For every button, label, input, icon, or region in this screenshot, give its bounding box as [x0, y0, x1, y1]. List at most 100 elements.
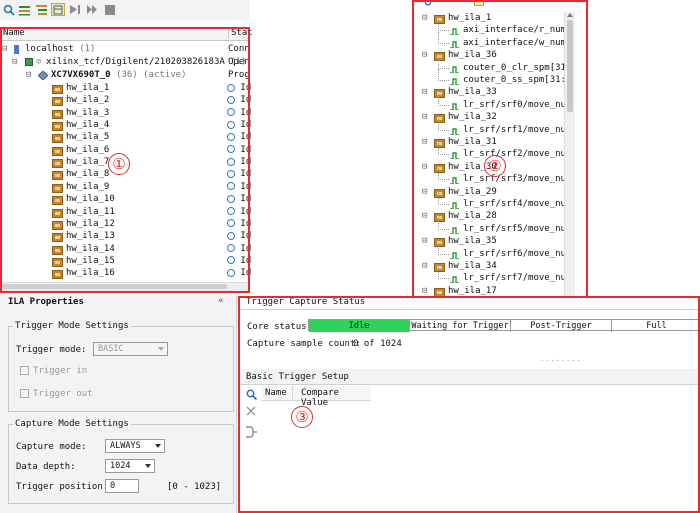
collapse-toggle-icon[interactable]: ⊟ [422, 285, 427, 298]
tree-connector [438, 56, 449, 69]
collapse-all-icon[interactable] [17, 3, 31, 16]
trigger-position-input[interactable]: 0 [105, 479, 139, 493]
probe-signal-label: lr_srf/srf6/move_num[ [463, 248, 564, 259]
probe-tree-ila-row[interactable]: ⊟ hw_ila_32 [414, 111, 564, 124]
collapse-toggle-icon[interactable]: ⊟ [26, 69, 31, 82]
tree-row-ila[interactable]: hw_ila_1 Id [0, 82, 251, 95]
collapse-toggle-icon[interactable]: ⊟ [422, 210, 427, 223]
trigger-out-checkbox[interactable]: Trigger out [20, 389, 93, 399]
tree-row-host[interactable]: ⊟ localhost (1) Conn [0, 43, 250, 56]
collapse-toggle-icon[interactable]: ⊟ [422, 86, 427, 99]
column-divider [292, 386, 293, 400]
tree-row-ila[interactable]: hw_ila_15 Id [0, 255, 251, 268]
ila-label: hw_ila_5 [66, 132, 110, 143]
probe-tree-ila-row[interactable]: ⊟ hw_ila_28 [414, 210, 564, 223]
tree-row-ila[interactable]: hw_ila_11 Id [0, 206, 251, 219]
tree-row-ila[interactable]: hw_ila_13 Id [0, 230, 251, 243]
tree-row-ila[interactable]: hw_ila_16 Id [0, 267, 251, 280]
probe-tree-signal-row[interactable]: couter_0_ss_spm[31:0] [414, 69, 564, 87]
ila-label: hw_ila_10 [66, 194, 115, 205]
scrollbar-thumb[interactable] [2, 284, 227, 289]
capture-mode-select[interactable]: ALWAYS [105, 439, 165, 453]
status-radio-icon [227, 207, 235, 215]
tree-connector [438, 118, 449, 131]
ila-label: hw_ila_3 [66, 107, 110, 118]
tree-row-ila[interactable]: hw_ila_5 Id [0, 131, 251, 144]
probe-signal-label: lr_srf/srf5/move_num[ [463, 223, 564, 234]
scroll-up-icon[interactable] [567, 13, 573, 17]
expand-all-icon[interactable] [34, 3, 48, 16]
probe-tree-signal-row[interactable]: lr_srf/srf7/move_num[ [414, 267, 564, 285]
tree-row-ila[interactable]: hw_ila_3 Id [0, 107, 251, 120]
probe-tree-ila-row[interactable]: ⊟ hw_ila_29 [414, 186, 564, 199]
probe-tree-signal-row[interactable]: lr_srf/srf5/move_num[ [414, 217, 564, 236]
target-board-icon [25, 58, 33, 66]
probe-tree-ila-row[interactable]: ⊟ hw_ila_31 [414, 136, 564, 149]
run-immediate-icon[interactable] [85, 3, 99, 16]
trigger-mode-select[interactable]: BASIC [93, 342, 168, 356]
probe-tree-signal-row[interactable]: axi_interface/w_num[3 [414, 31, 564, 50]
collapse-toggle-icon[interactable]: ⊟ [422, 111, 427, 124]
search-icon[interactable] [2, 3, 16, 16]
search-icon[interactable] [424, 0, 433, 10]
collapse-all-icon[interactable] [438, 0, 448, 10]
collapse-toggle-icon[interactable]: ⊟ [422, 235, 427, 248]
probe-tree-signal-row[interactable]: couter_0_clr_spm[31:0 [414, 56, 564, 75]
col-name-header[interactable]: Name [265, 388, 287, 398]
tree-row-ila[interactable]: hw_ila_2 Id [0, 94, 251, 107]
tree-row-ila[interactable]: hw_ila_9 Id [0, 181, 251, 194]
trigger-in-checkbox[interactable]: Trigger in [20, 366, 87, 376]
status-segment-idle: Idle [309, 320, 410, 332]
run-trigger-icon[interactable] [68, 3, 82, 16]
collapse-toggle-icon[interactable]: ⊟ [422, 136, 427, 149]
probe-tree-ila-row[interactable]: ⊟ hw_ila_36 [414, 49, 564, 62]
probe-tree-signal-row[interactable]: lr_srf/srf4/move_num[ [414, 193, 564, 211]
probe-tree-ila-row[interactable]: ⊟ hw_ila_33 [414, 86, 564, 99]
data-depth-select[interactable]: 1024 [105, 459, 155, 473]
scrollbar-thumb[interactable] [567, 20, 573, 112]
collapse-toggle-icon[interactable]: ⊟ [2, 43, 7, 56]
probe-tree-ila-row[interactable]: ⊟ hw_ila_34 [414, 260, 564, 273]
probe-signal-label: axi_interface/r_num[3 [463, 25, 564, 36]
dashboard-icon[interactable] [474, 0, 484, 6]
status-column-header[interactable]: Stat [228, 28, 253, 38]
horizontal-scrollbar[interactable] [0, 282, 249, 291]
bus-radix-icon[interactable] [245, 426, 258, 441]
callout-number-3: ③ [291, 406, 313, 428]
data-depth-value: 1024 [110, 461, 131, 471]
stop-icon[interactable] [103, 3, 117, 16]
probe-tree-ila-row[interactable]: ⊟ hw_ila_35 [414, 235, 564, 248]
tree-connector [438, 242, 449, 255]
tree-row-device[interactable]: ⊟ XC7VX690T_0 (36) (active) Prog [0, 69, 250, 82]
tree-row-ila[interactable]: hw_ila_14 Id [0, 243, 251, 256]
callout-number-1: ① [108, 153, 130, 175]
name-column-header[interactable]: Name [3, 28, 25, 38]
probe-tree-signal-row[interactable]: lr_srf/srf1/move_num[ [414, 118, 564, 137]
expand-all-icon[interactable] [456, 0, 466, 10]
collapse-toggle-icon[interactable]: ⊟ [422, 161, 427, 174]
trigger-position-label: Trigger position: [16, 482, 109, 492]
tree-row-ila[interactable]: hw_ila_10 Id [0, 193, 251, 206]
vertical-scrollbar[interactable] [564, 12, 575, 298]
collapse-toggle-icon[interactable]: ⊟ [422, 260, 427, 273]
tree-row-target[interactable]: ⊟ ⊘ xilinx_tcf/Digilent/210203826183A (1… [0, 56, 250, 69]
collapse-toggle-icon[interactable]: ⊟ [422, 12, 427, 25]
dashboard-icon[interactable] [51, 3, 65, 16]
tree-row-ila[interactable]: hw_ila_4 Id [0, 119, 251, 132]
tree-row-ila[interactable]: hw_ila_12 Id [0, 218, 251, 231]
splitter-handle[interactable]: ········ [540, 357, 582, 365]
remove-probe-icon[interactable] [246, 406, 256, 419]
probe-tree-signal-row[interactable]: lr_srf/srf6/move_num[ [414, 242, 564, 261]
collapse-toggle-icon[interactable]: ⊟ [422, 186, 427, 199]
col-compare-header[interactable]: Compare Value [301, 388, 371, 408]
collapse-icon[interactable]: « [218, 296, 224, 306]
collapse-toggle-icon[interactable]: ⊟ [12, 56, 17, 69]
add-probe-icon[interactable] [246, 389, 258, 403]
probe-tree-ila-row[interactable]: ⊟ hw_ila_1 [414, 12, 564, 25]
ila-status: Id [227, 181, 251, 194]
target-label: xilinx_tcf/Digilent/210203826183A (1) [46, 57, 247, 67]
probe-tree-signal-row[interactable]: lr_srf/srf0/move_num[ [414, 93, 564, 112]
probe-tree-ila-row[interactable]: ⊟ hw_ila_17 [414, 285, 564, 298]
collapse-toggle-icon[interactable]: ⊟ [422, 49, 427, 62]
probe-tree-signal-row[interactable]: axi_interface/r_num[3 [414, 19, 564, 37]
